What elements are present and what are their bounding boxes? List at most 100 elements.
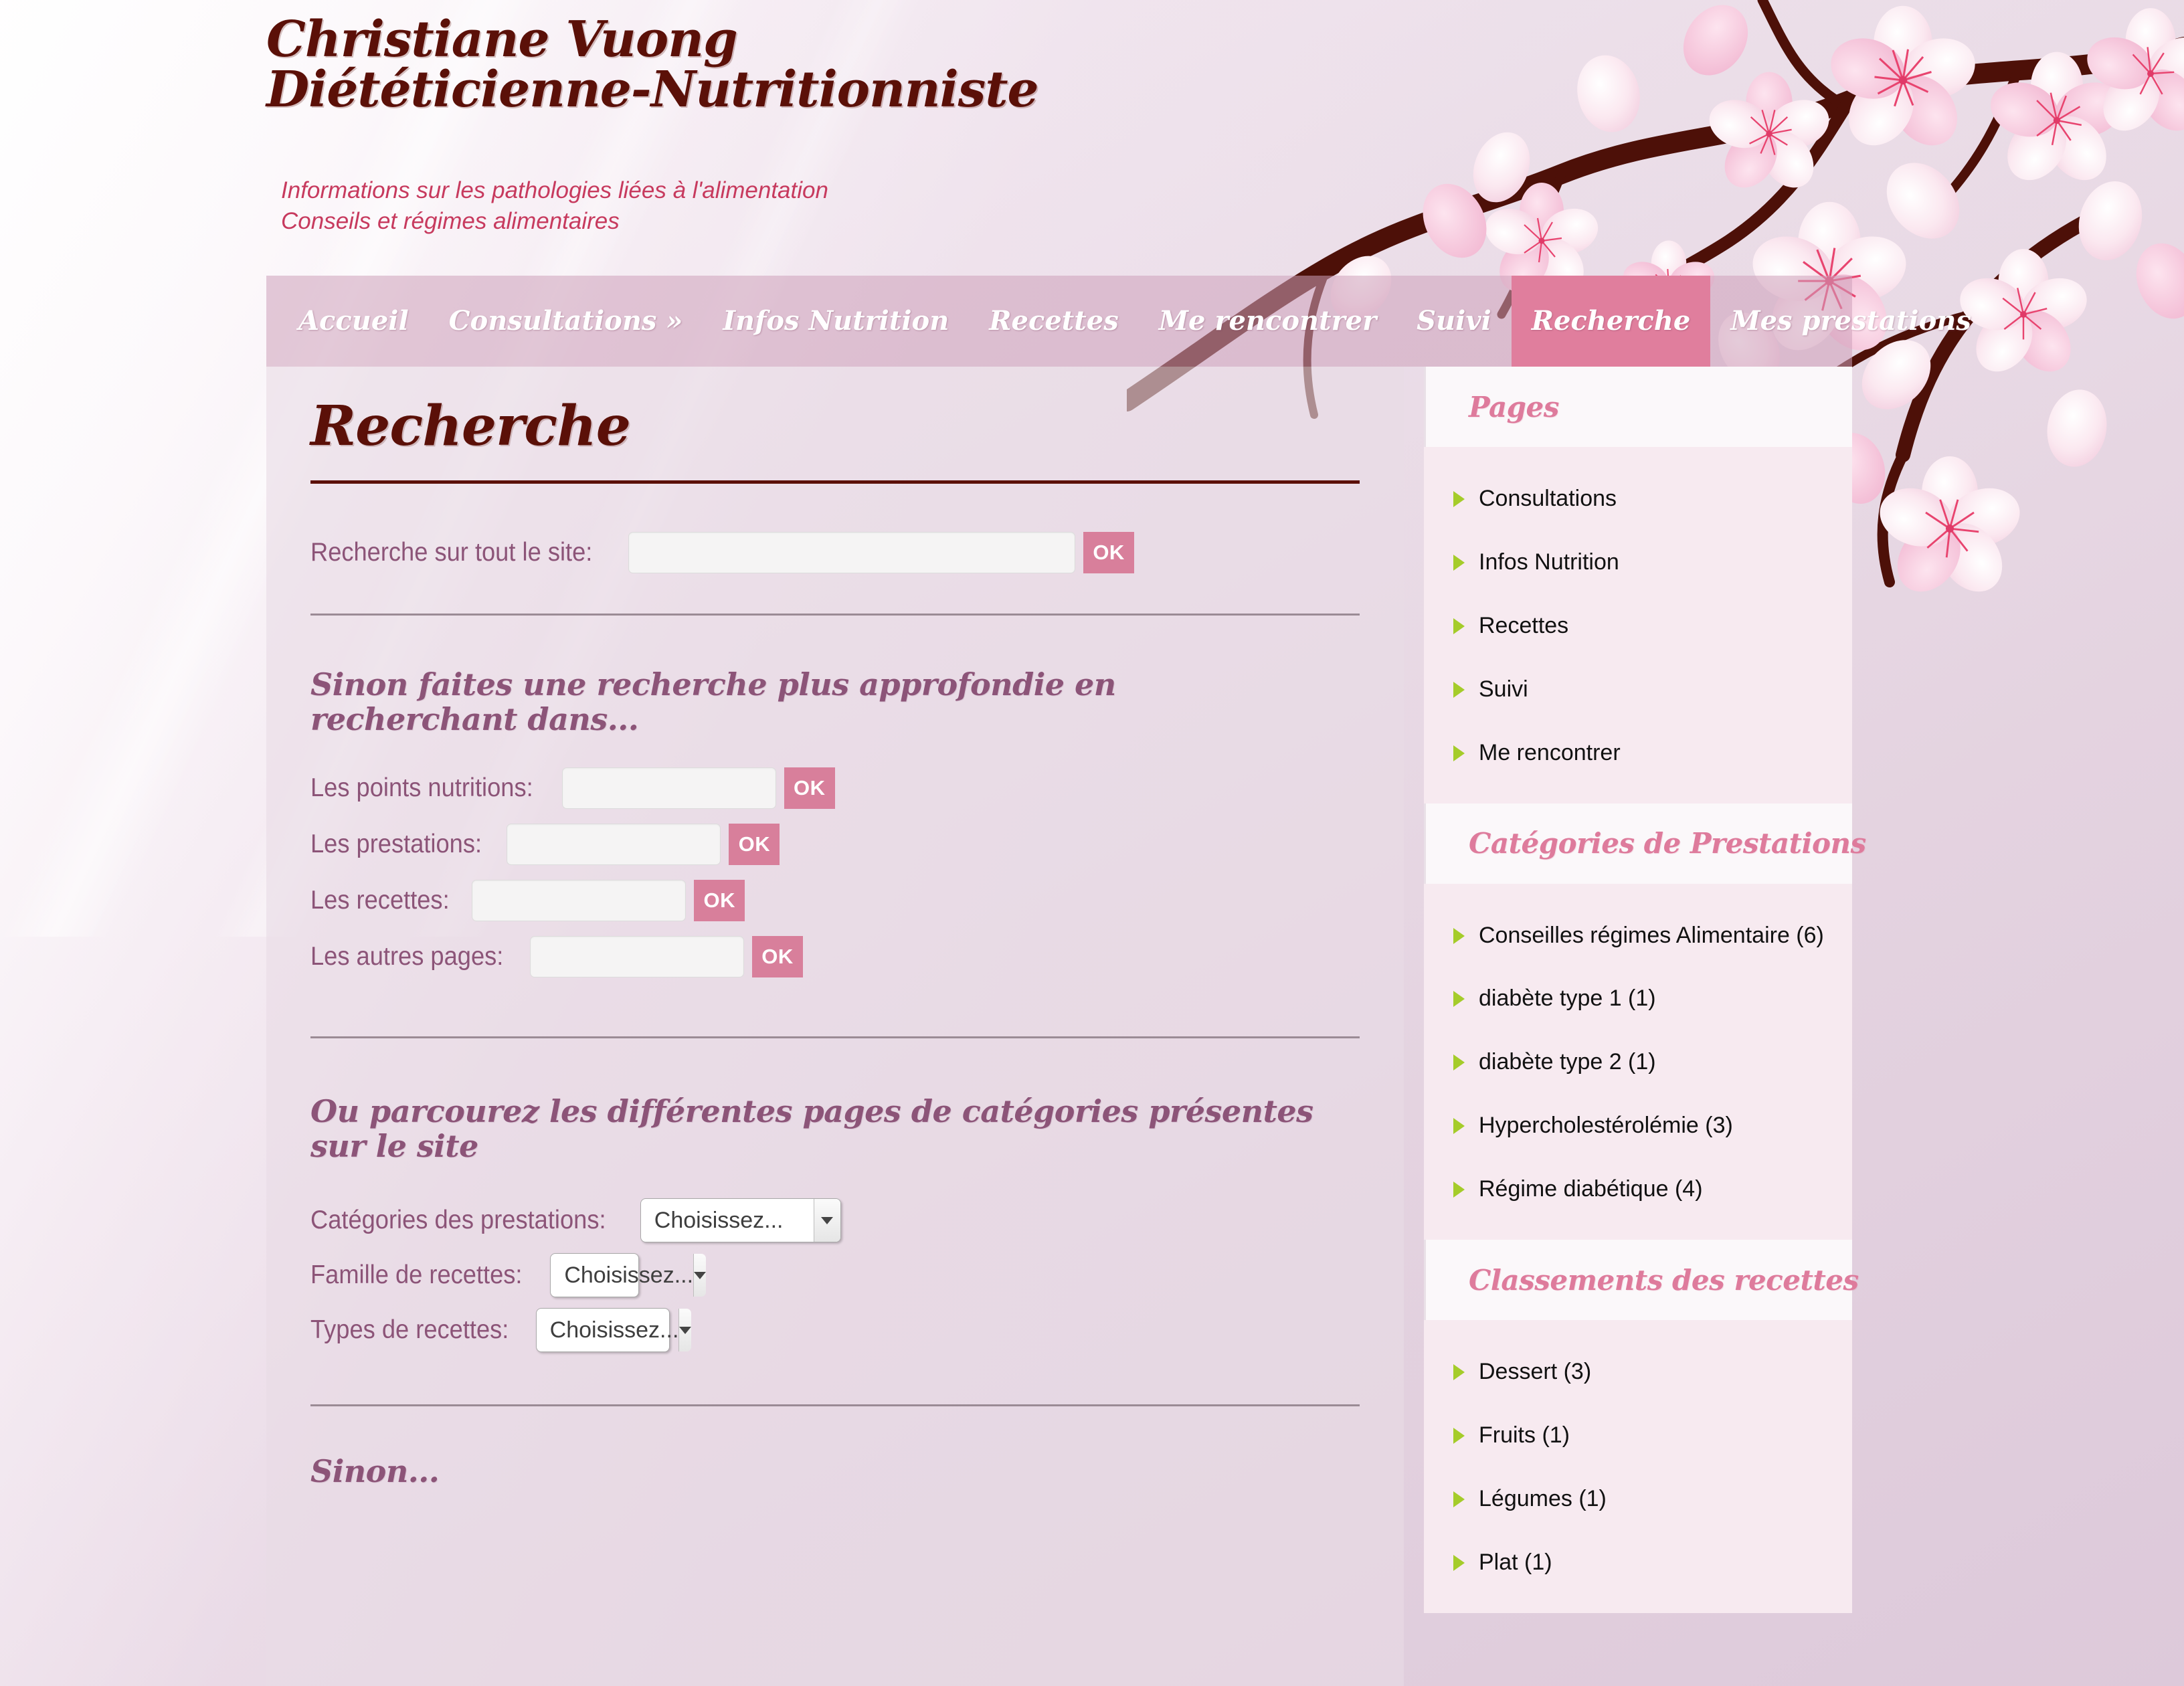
search-row-3-input[interactable] (472, 880, 687, 922)
chevron-down-icon[interactable] (813, 1199, 840, 1242)
category-select-3-value: Choisissez... (549, 1317, 679, 1343)
list-item-label: Hypercholestérolémie (3) (1479, 1113, 1733, 1139)
search-row-2-label: Les prestations: (310, 830, 482, 859)
category-select-1-value: Choisissez... (654, 1207, 784, 1233)
list-item-label: Suivi (1479, 676, 1528, 702)
section4-heading: Sinon... (310, 1453, 440, 1490)
list-item[interactable]: Conseilles régimes Alimentaire (6) (1444, 920, 1832, 951)
page-title: Recherche (310, 394, 631, 458)
search-row-4-label: Les autres pages: (310, 942, 504, 971)
search-row-1-input[interactable] (561, 767, 776, 810)
site-header: Christiane Vuong Diététicienne-Nutrition… (0, 0, 2184, 276)
widget-header: Classements des recettes (1424, 1240, 1859, 1321)
list-item-label: Consultations (1479, 486, 1617, 511)
category-select-row-3: Types de recettes: Choisissez... (310, 1308, 1360, 1353)
triangle-bullet-icon (1453, 991, 1465, 1008)
main-navigation: Accueil Consultations » Infos Nutrition Rec… (266, 276, 1971, 367)
search-row-4: Les autres pages: OK (310, 936, 1360, 978)
main-content: Recherche Recherche sur tout le site: OK… (266, 367, 1404, 1686)
list-item[interactable]: diabète type 1 (1) (1444, 983, 1832, 1014)
site-tagline: Informations sur les pathologies liées à… (281, 175, 1218, 236)
search-row-4-input[interactable] (530, 936, 745, 978)
list-item-label: Fruits (1) (1479, 1422, 1570, 1448)
category-select-row-2-label: Famille de recettes: (310, 1260, 523, 1290)
search-row-2-submit-button[interactable]: OK (729, 824, 780, 866)
brand-title-line1: Christiane Vuong (266, 11, 738, 68)
list-item-label: diabète type 1 (1) (1479, 986, 1656, 1012)
search-row-2: Les prestations: OK (310, 824, 1360, 866)
list-item[interactable]: Me rencontrer (1444, 737, 1832, 769)
list-item[interactable]: Hypercholestérolémie (3) (1444, 1110, 1832, 1141)
list-item-label: Légumes (1) (1479, 1485, 1607, 1511)
nav-item-recettes[interactable]: Recettes (969, 276, 1138, 367)
triangle-bullet-icon (1453, 1491, 1465, 1507)
list-item[interactable]: Plat (1) (1444, 1547, 1832, 1578)
triangle-bullet-icon (1453, 554, 1465, 571)
triangle-bullet-icon (1453, 1054, 1465, 1071)
list-item[interactable]: Dessert (3) (1444, 1356, 1832, 1388)
category-select-row-1: Catégories des prestations: Choisissez... (310, 1198, 1360, 1243)
tagline-line1: Informations sur les pathologies liées à… (281, 177, 828, 203)
widget-header: Pages (1424, 367, 1852, 447)
section2-rows: Les points nutritions: OK Les prestations:… (310, 767, 1360, 978)
chevron-down-icon[interactable] (693, 1254, 707, 1297)
list-item-label: Conseilles régimes Alimentaire (6) (1479, 922, 1824, 948)
list-item-label: Plat (1) (1479, 1549, 1552, 1575)
list-item-label: Régime diabétique (4) (1479, 1176, 1703, 1202)
list-item[interactable]: Recettes (1444, 610, 1832, 642)
category-select-2-value: Choisissez... (564, 1262, 694, 1288)
brand-title-line2: Diététicienne-Nutritionniste (266, 61, 1039, 119)
list-item[interactable]: diabète type 2 (1) (1444, 1046, 1832, 1078)
list-item-label: Infos Nutrition (1479, 549, 1619, 575)
list-item-label: Recettes (1479, 612, 1569, 638)
triangle-bullet-icon (1453, 1427, 1465, 1444)
triangle-bullet-icon (1453, 1364, 1465, 1381)
nav-item-mes-prestations[interactable]: Mes prestations (1710, 276, 1991, 367)
nav-item-consultations[interactable]: Consultations » (429, 276, 703, 367)
widget-body: Conseilles régimes Alimentaire (6) diabèt… (1424, 883, 1852, 1240)
category-select-1[interactable]: Choisissez... (640, 1198, 841, 1243)
global-search-label: Recherche sur tout le site: (310, 538, 593, 567)
list-item[interactable]: Infos Nutrition (1444, 547, 1832, 578)
triangle-bullet-icon (1453, 491, 1465, 507)
category-select-row-3-label: Types de recettes: (310, 1315, 509, 1345)
sidebar-widget-cat-gories-de-prestations: Catégories de Prestations Conseilles régi… (1424, 803, 1866, 1240)
search-row-4-submit-button[interactable]: OK (752, 936, 804, 978)
global-search-row: Recherche sur tout le site: OK (310, 532, 1360, 574)
list-item[interactable]: Régime diabétique (4) (1444, 1174, 1832, 1205)
section2-heading: Sinon faites une recherche plus approfon… (310, 666, 1116, 737)
nav-item-recherche[interactable]: Recherche (1511, 276, 1711, 367)
sidebar-widget-classements-des-recettes: Classements des recettes Dessert (3) Fruit… (1424, 1240, 1859, 1613)
widget-list: Conseilles régimes Alimentaire (6) diabèt… (1444, 920, 1832, 1206)
global-search-submit-button[interactable]: OK (1083, 532, 1135, 574)
list-item[interactable]: Suivi (1444, 674, 1832, 705)
search-row-1-submit-button[interactable]: OK (784, 767, 835, 810)
sidebar: Pages Consultations Infos Nutrition Recette… (1424, 367, 1866, 1613)
category-select-row-2: Famille de recettes: Choisissez... (310, 1253, 1360, 1298)
widget-title: Pages (1469, 390, 1559, 424)
list-item[interactable]: Légumes (1) (1444, 1483, 1832, 1515)
triangle-bullet-icon (1453, 1118, 1465, 1135)
triangle-bullet-icon (1453, 618, 1465, 634)
nav-item-me-rencontrer[interactable]: Me rencontrer (1139, 276, 1396, 367)
widget-list: Consultations Infos Nutrition Recettes Suiv… (1444, 483, 1832, 769)
triangle-bullet-icon (1453, 745, 1465, 761)
sidebar-widget-pages: Pages Consultations Infos Nutrition Recette… (1424, 367, 1852, 804)
triangle-bullet-icon (1453, 1554, 1465, 1571)
chevron-down-icon[interactable] (678, 1309, 692, 1352)
section3-heading: Ou parcourez les différentes pages de ca… (310, 1093, 1313, 1164)
widget-list: Dessert (3) Fruits (1) Légumes (1) Plat (1) (1444, 1356, 1832, 1578)
search-row-1: Les points nutritions: OK (310, 767, 1360, 810)
global-search-input[interactable] (628, 532, 1076, 574)
list-item[interactable]: Consultations (1444, 483, 1832, 514)
search-row-3-submit-button[interactable]: OK (694, 880, 745, 922)
category-select-2[interactable]: Choisissez... (550, 1253, 707, 1298)
nav-item-suivi[interactable]: Suivi (1396, 276, 1512, 367)
section3-rows: Catégories des prestations: Choisissez...… (310, 1198, 1360, 1353)
search-row-2-input[interactable] (507, 824, 721, 866)
category-select-3[interactable]: Choisissez... (535, 1308, 692, 1353)
list-item[interactable]: Fruits (1) (1444, 1420, 1832, 1451)
nav-item-infos-nutrition[interactable]: Infos Nutrition (703, 276, 969, 367)
nav-item-accueil[interactable]: Accueil (278, 276, 429, 367)
triangle-bullet-icon (1453, 1182, 1465, 1198)
